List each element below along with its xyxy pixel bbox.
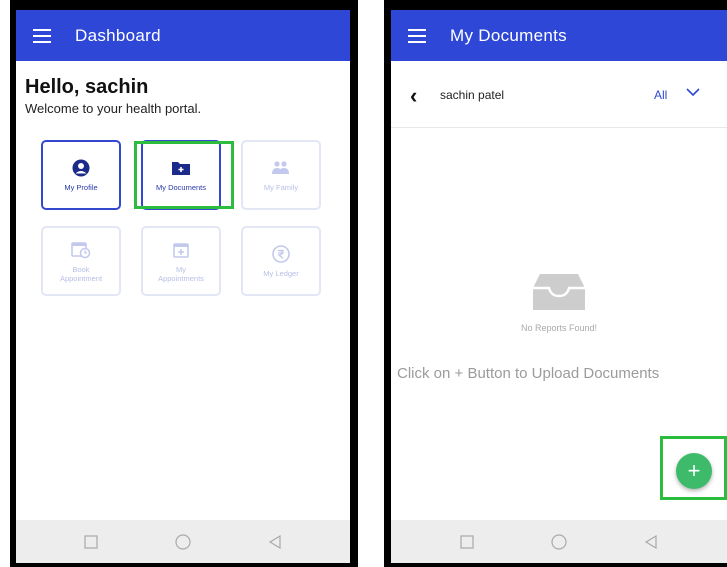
people-icon [271, 158, 291, 178]
tile-my-profile[interactable]: My Profile [41, 140, 121, 210]
back-chevron-icon[interactable]: ‹ [410, 83, 417, 109]
tile-label: My Ledger [263, 269, 299, 278]
menu-icon[interactable] [33, 28, 51, 43]
empty-state-text: No Reports Found! [520, 323, 598, 333]
highlight-box [660, 436, 727, 500]
back-nav-icon[interactable] [644, 534, 658, 549]
phone-frame-documents: My Documents ‹ sachin patel All No Repor… [384, 0, 727, 567]
menu-icon[interactable] [408, 28, 426, 43]
tile-label: My Appointments [158, 264, 204, 283]
filter-dropdown[interactable]: All [654, 88, 667, 102]
page-title: Dashboard [75, 25, 161, 45]
app-bar: Dashboard [16, 10, 350, 61]
tile-my-ledger[interactable]: My Ledger [241, 226, 321, 296]
upload-hint-text: Click on + Button to Upload Documents [397, 365, 660, 382]
greeting: Hello, sachin [25, 76, 149, 98]
tile-label: My Profile [64, 183, 98, 192]
calendar-plus-icon [172, 240, 190, 260]
home-icon[interactable] [551, 533, 567, 550]
system-nav-bar [16, 520, 350, 563]
recent-apps-icon[interactable] [84, 534, 98, 549]
page-title: My Documents [450, 25, 567, 45]
tile-label: Book Appointment [59, 264, 103, 283]
documents-screen: My Documents ‹ sachin patel All No Repor… [391, 10, 727, 563]
phone-frame-dashboard: Dashboard Hello, sachin Welcome to your … [10, 0, 358, 567]
highlight-box [134, 141, 234, 209]
member-selector-bar: ‹ sachin patel All [391, 61, 727, 128]
tile-label: My Family [263, 183, 299, 192]
recent-apps-icon[interactable] [460, 534, 474, 549]
calendar-clock-icon [71, 240, 91, 260]
home-icon[interactable] [175, 533, 191, 550]
tile-book-appointment[interactable]: Book Appointment [41, 226, 121, 296]
system-nav-bar [391, 520, 727, 563]
back-nav-icon[interactable] [268, 534, 282, 549]
rupee-icon [272, 244, 290, 264]
welcome-text: Welcome to your health portal. [25, 101, 202, 116]
tile-my-family[interactable]: My Family [241, 140, 321, 210]
dashboard-screen: Dashboard Hello, sachin Welcome to your … [16, 10, 350, 563]
chevron-down-icon[interactable] [686, 87, 700, 97]
app-bar: My Documents [391, 10, 727, 61]
tile-my-appointments[interactable]: My Appointments [141, 226, 221, 296]
empty-tray-icon [533, 274, 585, 310]
patient-name: sachin patel [440, 88, 505, 102]
person-circle-icon [72, 158, 90, 178]
